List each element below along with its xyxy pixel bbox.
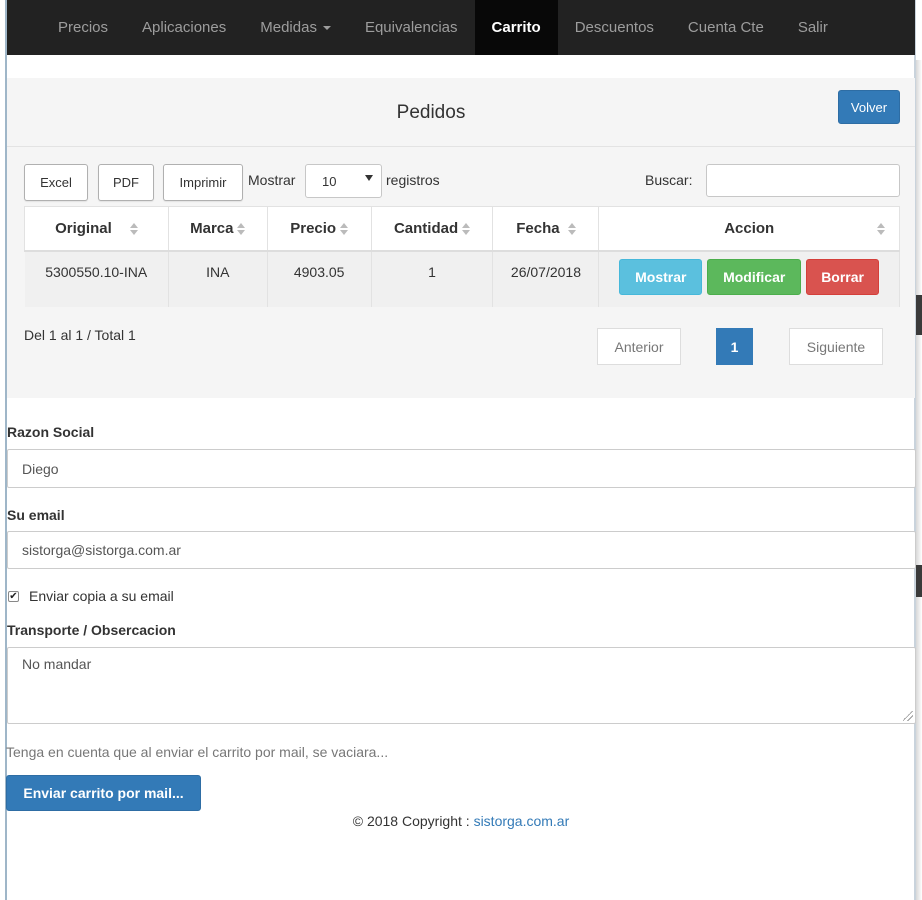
nav-item-descuentos[interactable]: Descuentos	[558, 0, 671, 55]
col-accion-label: Accion	[724, 219, 775, 237]
sort-icon	[237, 222, 246, 235]
transport-label: Transporte / Obsercacion	[7, 622, 176, 638]
cell-original: 5300550.10-INA	[24, 250, 169, 307]
export-pdf-button[interactable]: PDF	[98, 164, 154, 201]
window-edge	[916, 60, 922, 900]
nav-item-label: Medidas	[260, 19, 317, 36]
nav-item-label: Equivalencias	[364, 19, 458, 36]
top-navbar: Precios Aplicaciones Medidas Equivalenci…	[7, 0, 915, 55]
nav-item-aplicaciones[interactable]: Aplicaciones	[125, 0, 243, 55]
back-button[interactable]: Volver	[838, 90, 900, 124]
print-button[interactable]: Imprimir	[163, 164, 243, 201]
nav-item-medidas[interactable]: Medidas	[243, 0, 348, 55]
page-size-value: 10	[322, 173, 337, 189]
col-fecha[interactable]: Fecha	[492, 206, 600, 252]
transport-value: No mandar	[22, 656, 92, 672]
nav-item-precios[interactable]: Precios	[41, 0, 125, 55]
sort-icon	[877, 223, 885, 235]
nav-item-carrito[interactable]: Carrito	[474, 0, 558, 55]
col-original[interactable]: Original	[24, 206, 169, 252]
orders-panel: Pedidos Volver Excel PDF Imprimir Mostra…	[7, 78, 915, 398]
transport-textarea[interactable]: No mandar	[7, 647, 916, 724]
nav-item-label: Aplicaciones	[142, 19, 227, 36]
orders-table: Original Marca Precio Cantidad Fecha Acc…	[24, 206, 900, 307]
footer-link[interactable]: sistorga.com.ar	[474, 813, 570, 829]
table-header-row: Original Marca Precio Cantidad Fecha Acc…	[24, 206, 900, 252]
col-precio-label: Precio	[290, 219, 337, 237]
page-1-button[interactable]: 1	[716, 328, 753, 365]
nav-item-equivalencias[interactable]: Equivalencias	[348, 0, 475, 55]
sort-icon	[129, 222, 138, 235]
page-size-select[interactable]: 10	[305, 164, 382, 198]
send-cart-button[interactable]: Enviar carrito por mail...	[6, 775, 201, 811]
page-footer: © 2018 Copyright : sistorga.com.ar	[0, 813, 922, 829]
col-fecha-label: Fecha	[516, 219, 560, 237]
search-input[interactable]	[706, 164, 900, 197]
nav-item-label: Cuenta Cte	[687, 19, 764, 36]
show-label: Mostrar	[248, 172, 296, 188]
copyright-text: © 2018 Copyright :	[352, 813, 470, 829]
col-original-label: Original	[55, 219, 112, 237]
export-excel-button[interactable]: Excel	[24, 164, 88, 201]
email-label: Su email	[7, 507, 65, 523]
col-marca-label: Marca	[190, 219, 234, 237]
cell-actions: Mostrar Modificar Borrar	[598, 250, 900, 307]
col-accion[interactable]: Accion	[598, 206, 900, 252]
edit-button[interactable]: Modificar	[707, 258, 802, 295]
search-label: Buscar:	[645, 172, 693, 188]
nav-item-label: Carrito	[491, 19, 541, 36]
cell-cantidad: 1	[371, 250, 494, 307]
cell-precio: 4903.05	[267, 250, 372, 307]
nav-item-cuenta-cte[interactable]: Cuenta Cte	[671, 0, 781, 55]
records-label: registros	[386, 172, 440, 188]
nav-item-salir[interactable]: Salir	[781, 0, 845, 55]
pagination-info: Del 1 al 1 / Total 1	[24, 327, 136, 343]
prev-page-button[interactable]: Anterior	[597, 328, 681, 365]
col-precio[interactable]: Precio	[267, 206, 372, 252]
page-frame: Precios Aplicaciones Medidas Equivalenci…	[0, 0, 922, 900]
nav-item-label: Salir	[797, 19, 828, 36]
email-input[interactable]: sistorga@sistorga.com.ar	[7, 531, 916, 569]
nav-item-label: Precios	[58, 19, 109, 36]
send-copy-label: Enviar copia a su email	[29, 588, 174, 604]
window-edge-mark	[916, 295, 922, 335]
sort-icon	[340, 222, 349, 235]
next-page-button[interactable]: Siguiente	[789, 328, 883, 365]
resize-handle-icon[interactable]	[903, 711, 913, 721]
panel-divider	[7, 146, 915, 147]
nav-item-label: Descuentos	[574, 19, 654, 36]
sort-icon	[567, 222, 576, 235]
cart-notice: Tenga en cuenta que al enviar el carrito…	[6, 744, 389, 760]
sort-icon	[462, 222, 471, 235]
razon-social-label: Razon Social	[7, 424, 95, 440]
nav-menu: Precios Aplicaciones Medidas Equivalenci…	[7, 0, 915, 55]
table-row: 5300550.10-INA INA 4903.05 1 26/07/2018 …	[24, 250, 900, 307]
delete-button[interactable]: Borrar	[806, 258, 880, 295]
dropdown-arrow-icon	[365, 175, 373, 181]
show-button[interactable]: Mostrar	[619, 258, 703, 295]
cell-fecha: 26/07/2018	[492, 250, 600, 307]
col-marca[interactable]: Marca	[168, 206, 268, 252]
cell-marca: INA	[168, 250, 268, 307]
col-cantidad-label: Cantidad	[393, 219, 459, 237]
page-title: Pedidos	[396, 102, 466, 123]
send-copy-checkbox[interactable]: ✔	[8, 591, 19, 602]
window-edge-mark	[916, 565, 922, 597]
caret-down-icon	[322, 25, 331, 30]
razon-social-input[interactable]: Diego	[7, 449, 916, 488]
col-cantidad[interactable]: Cantidad	[371, 206, 494, 252]
